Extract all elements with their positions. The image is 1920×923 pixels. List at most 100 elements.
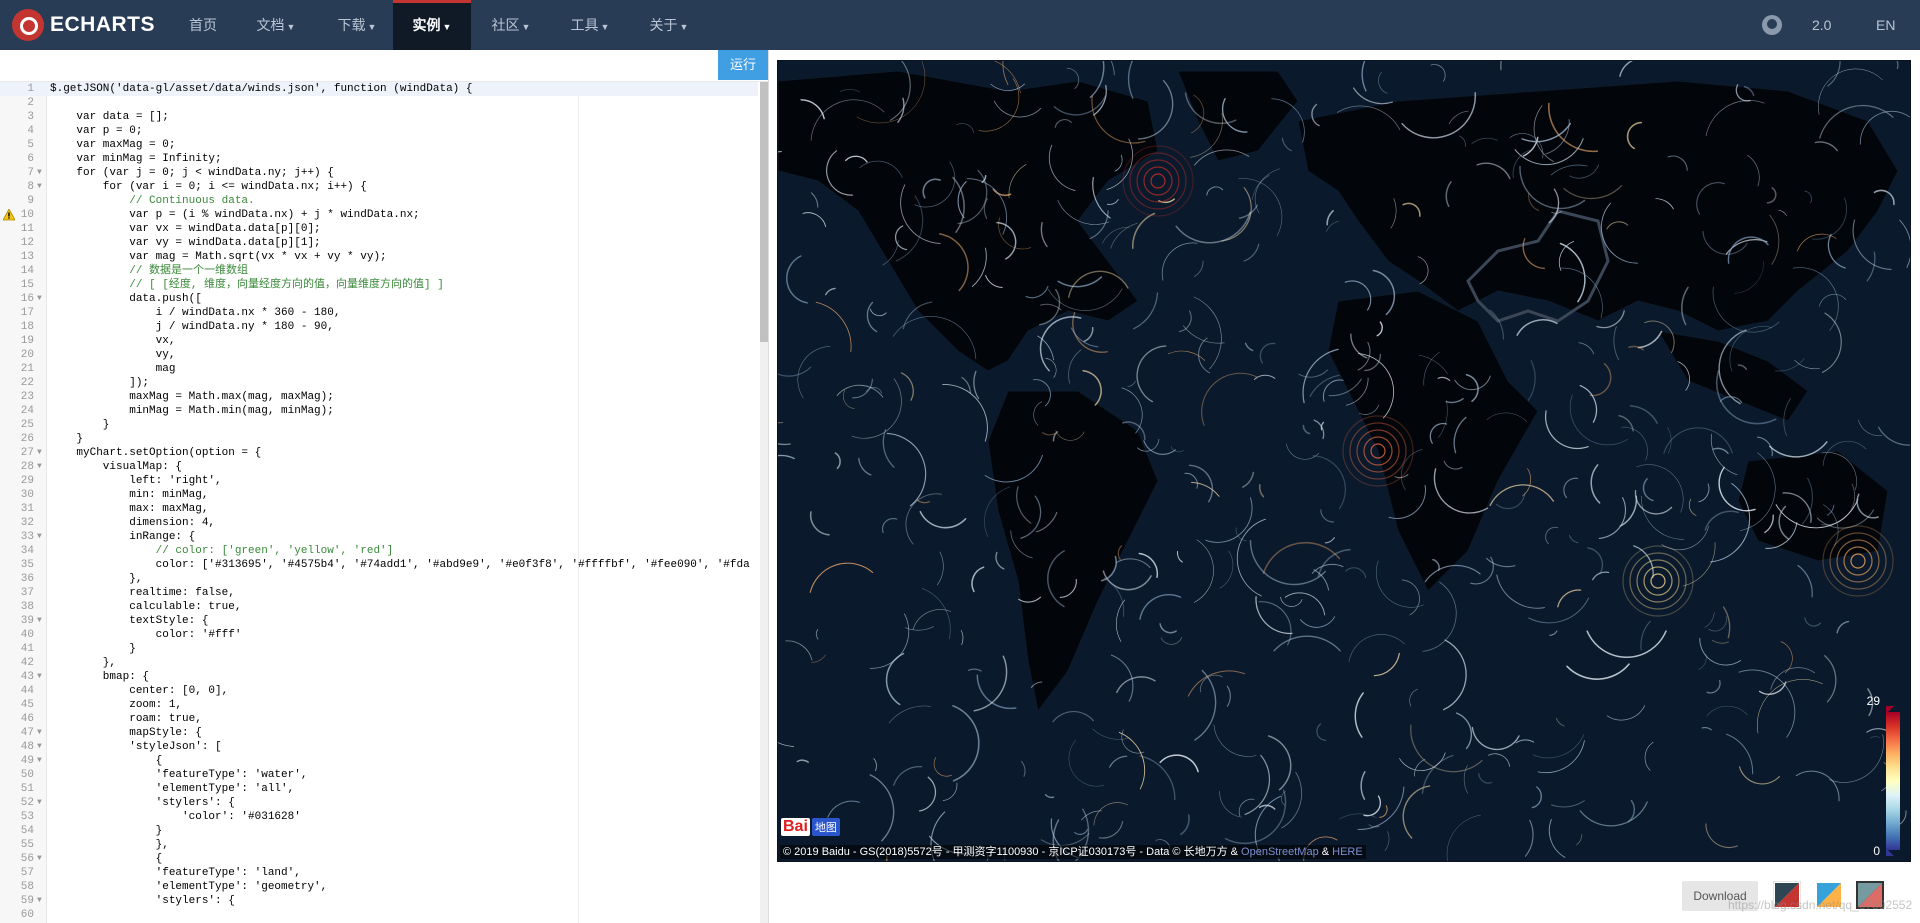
nav-item-5[interactable]: 工具 ▼: [551, 0, 629, 50]
code-line[interactable]: 14 // 数据是一个一维数组: [0, 264, 758, 278]
code-line[interactable]: 44 center: [0, 0],: [0, 684, 758, 698]
run-button[interactable]: 运行: [718, 50, 768, 80]
code-line[interactable]: 54 }: [0, 824, 758, 838]
code-line[interactable]: 41 }: [0, 642, 758, 656]
fold-toggle-icon[interactable]: ▼: [37, 460, 42, 474]
code-line[interactable]: 38 calculable: true,: [0, 600, 758, 614]
code-line[interactable]: 12 var vy = windData.data[p][1];: [0, 236, 758, 250]
code-line[interactable]: 32 dimension: 4,: [0, 516, 758, 530]
echarts-logo[interactable]: ECHARTS: [12, 8, 160, 42]
here-link[interactable]: HERE: [1332, 846, 1363, 858]
code-line[interactable]: 9 // Continuous data.: [0, 194, 758, 208]
nav-item-4[interactable]: 社区 ▼: [471, 0, 551, 50]
code-line[interactable]: 52 ▼ 'stylers': {: [0, 796, 758, 810]
code-line[interactable]: 42 },: [0, 656, 758, 670]
line-number: 10: [20, 209, 34, 221]
code-line[interactable]: 7 ▼ for (var j = 0; j < windData.ny; j++)…: [0, 166, 758, 180]
code-line[interactable]: 1 $.getJSON('data-gl/asset/data/winds.jso…: [0, 82, 758, 96]
code-line[interactable]: 26 }: [0, 432, 758, 446]
code-line[interactable]: 5 var maxMag = 0;: [0, 138, 758, 152]
language-switch[interactable]: EN: [1876, 0, 1895, 50]
fold-toggle-icon[interactable]: ▼: [37, 740, 42, 754]
nav-item-0[interactable]: 首页: [170, 0, 236, 50]
line-number: 28: [20, 461, 34, 473]
nav-item-6[interactable]: 关于 ▼: [630, 0, 708, 50]
visual-map-legend[interactable]: [1884, 706, 1904, 856]
code-line[interactable]: 59 ▼ 'stylers': {: [0, 894, 758, 908]
wind-flow-map[interactable]: [778, 61, 1910, 861]
code-line[interactable]: 3 var data = [];: [0, 110, 758, 124]
line-number: 7: [27, 167, 34, 179]
code-line[interactable]: 34 // color: ['green', 'yellow', 'red']: [0, 544, 758, 558]
code-line[interactable]: 39 ▼ textStyle: {: [0, 614, 758, 628]
code-line[interactable]: 35 color: ['#313695', '#4575b4', '#74add…: [0, 558, 758, 572]
nav-item-1[interactable]: 文档 ▼: [236, 0, 316, 50]
openstreetmap-link[interactable]: OpenStreetMap: [1241, 846, 1319, 858]
nav-item-2[interactable]: 下载 ▼: [318, 0, 396, 50]
code-line[interactable]: 46 roam: true,: [0, 712, 758, 726]
code-line[interactable]: 22 ]);: [0, 376, 758, 390]
code-text: }: [50, 433, 84, 445]
chevron-down-icon: ▼: [521, 22, 531, 32]
code-line[interactable]: 4 var p = 0;: [0, 124, 758, 138]
chart-container[interactable]: [777, 60, 1911, 862]
code-line[interactable]: 56 ▼ {: [0, 852, 758, 866]
code-line[interactable]: 49 ▼ {: [0, 754, 758, 768]
code-line[interactable]: 27 ▼ myChart.setOption(option = {: [0, 446, 758, 460]
fold-toggle-icon[interactable]: ▼: [37, 894, 42, 908]
code-line[interactable]: 55 },: [0, 838, 758, 852]
code-line[interactable]: 33 ▼ inRange: {: [0, 530, 758, 544]
github-icon[interactable]: [1762, 15, 1782, 35]
code-line[interactable]: 28 ▼ visualMap: {: [0, 460, 758, 474]
code-line[interactable]: 48 ▼ 'styleJson': [: [0, 740, 758, 754]
code-line[interactable]: 24 minMag = Math.min(mag, minMag);: [0, 404, 758, 418]
code-line[interactable]: 50 'featureType': 'water',: [0, 768, 758, 782]
code-line[interactable]: 45 zoom: 1,: [0, 698, 758, 712]
code-text: }: [50, 419, 110, 431]
code-line[interactable]: 2: [0, 96, 758, 110]
code-line[interactable]: 51 'elementType': 'all',: [0, 782, 758, 796]
fold-toggle-icon[interactable]: ▼: [37, 754, 42, 768]
code-line[interactable]: 8 ▼ for (var i = 0; i <= windData.nx; i++…: [0, 180, 758, 194]
code-editor[interactable]: 1 $.getJSON('data-gl/asset/data/winds.jso…: [0, 82, 758, 923]
fold-toggle-icon[interactable]: ▼: [37, 166, 42, 180]
fold-toggle-icon[interactable]: ▼: [37, 180, 42, 194]
editor-scrollbar-thumb[interactable]: [760, 82, 768, 342]
code-line[interactable]: 11 var vx = windData.data[p][0];: [0, 222, 758, 236]
fold-toggle-icon[interactable]: ▼: [37, 530, 42, 544]
code-line[interactable]: 15 // [ [经度, 维度，向量经度方向的值，向量维度方向的值] ]: [0, 278, 758, 292]
fold-toggle-icon[interactable]: ▼: [37, 670, 42, 684]
code-line[interactable]: 20 vy,: [0, 348, 758, 362]
code-line[interactable]: 30 min: minMag,: [0, 488, 758, 502]
code-line[interactable]: 17 i / windData.nx * 360 - 180,: [0, 306, 758, 320]
code-line[interactable]: 25 }: [0, 418, 758, 432]
code-line[interactable]: 40 color: '#fff': [0, 628, 758, 642]
code-line[interactable]: 18 j / windData.ny * 180 - 90,: [0, 320, 758, 334]
code-line[interactable]: 21 mag: [0, 362, 758, 376]
code-line[interactable]: 29 left: 'right',: [0, 474, 758, 488]
code-line[interactable]: 57 'featureType': 'land',: [0, 866, 758, 880]
fold-toggle-icon[interactable]: ▼: [37, 292, 42, 306]
fold-toggle-icon[interactable]: ▼: [37, 726, 42, 740]
code-line[interactable]: 31 max: maxMag,: [0, 502, 758, 516]
code-line[interactable]: 6 var minMag = Infinity;: [0, 152, 758, 166]
version-link[interactable]: 2.0: [1812, 0, 1831, 50]
nav-item-3[interactable]: 实例 ▼: [393, 0, 471, 50]
fold-toggle-icon[interactable]: ▼: [37, 796, 42, 810]
code-line[interactable]: 16 ▼ data.push([: [0, 292, 758, 306]
fold-toggle-icon[interactable]: ▼: [37, 852, 42, 866]
code-line[interactable]: 37 realtime: false,: [0, 586, 758, 600]
code-line[interactable]: 43 ▼ bmap: {: [0, 670, 758, 684]
code-line[interactable]: 60: [0, 908, 758, 922]
code-line[interactable]: 10 var p = (i % windData.nx) + j * windD…: [0, 208, 758, 222]
line-number: 57: [20, 867, 34, 879]
fold-toggle-icon[interactable]: ▼: [37, 446, 42, 460]
code-line[interactable]: 36 },: [0, 572, 758, 586]
fold-toggle-icon[interactable]: ▼: [37, 614, 42, 628]
code-line[interactable]: 53 'color': '#031628': [0, 810, 758, 824]
code-line[interactable]: 58 'elementType': 'geometry',: [0, 880, 758, 894]
code-line[interactable]: 47 ▼ mapStyle: {: [0, 726, 758, 740]
code-line[interactable]: 23 maxMag = Math.max(mag, maxMag);: [0, 390, 758, 404]
code-line[interactable]: 13 var mag = Math.sqrt(vx * vx + vy * vy…: [0, 250, 758, 264]
code-line[interactable]: 19 vx,: [0, 334, 758, 348]
